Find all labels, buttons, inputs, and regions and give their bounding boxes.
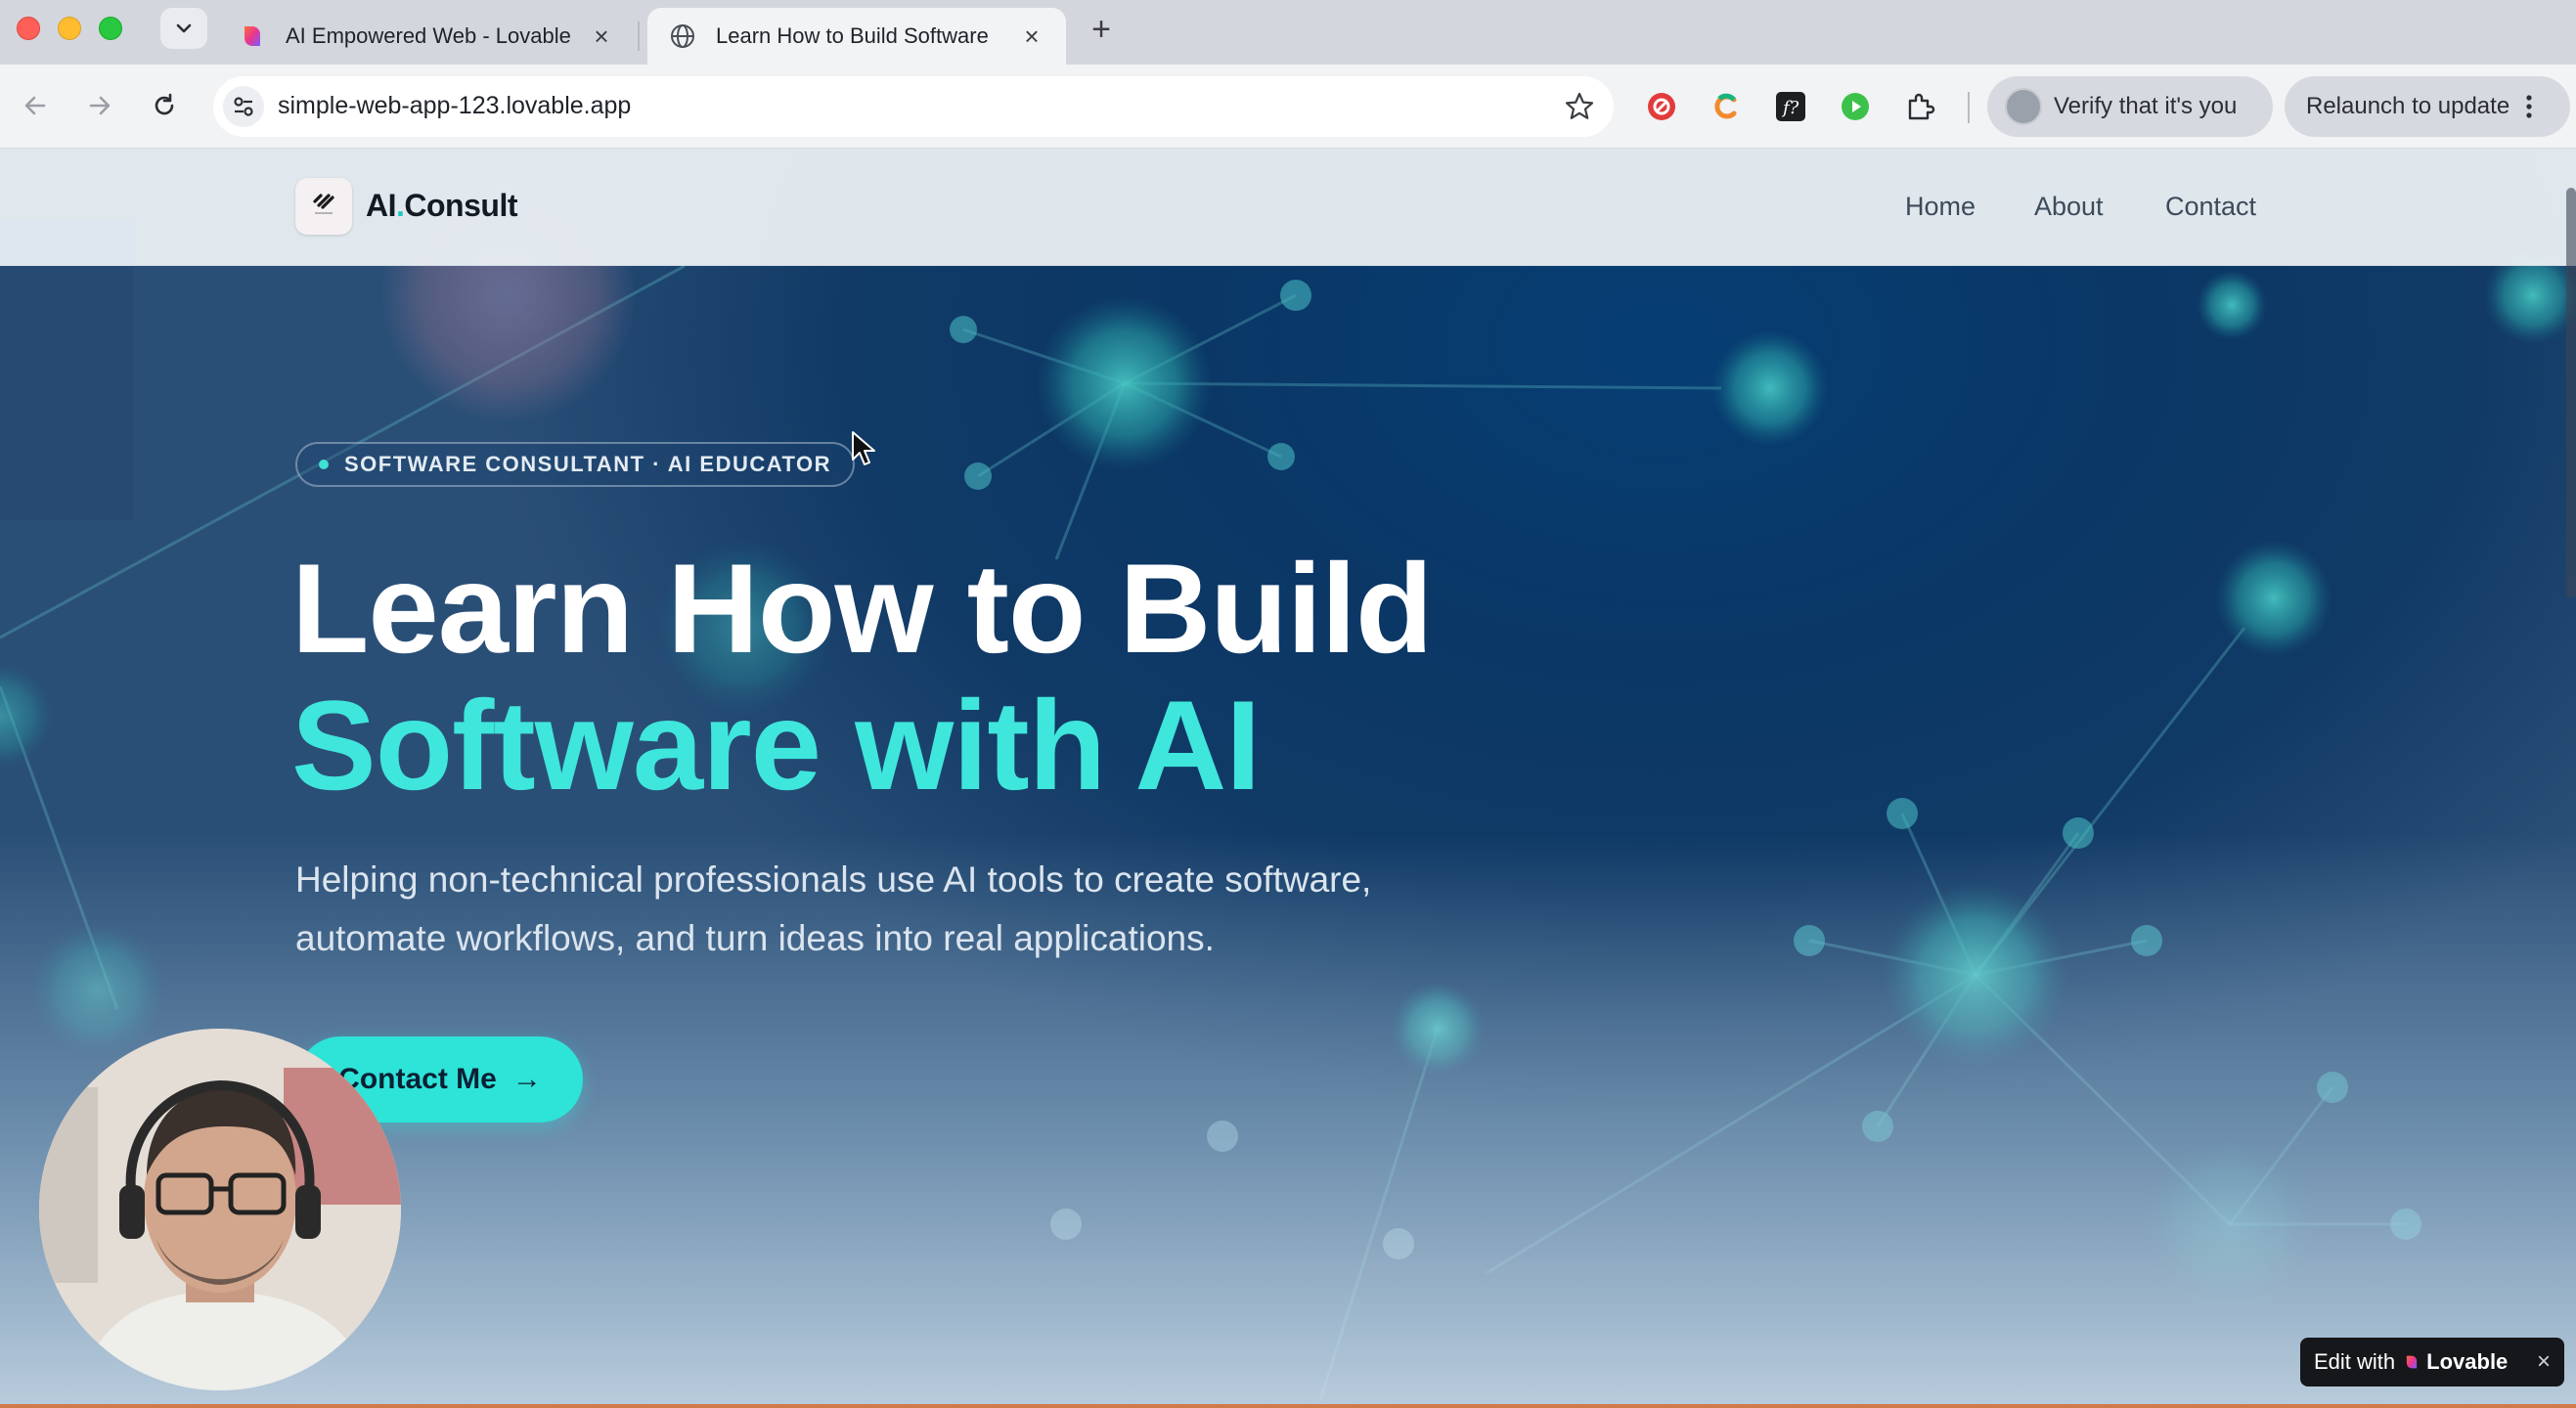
tab-close-icon[interactable]: × — [1019, 23, 1044, 49]
nav-contact[interactable]: Contact — [2165, 192, 2256, 222]
forward-arrow-icon — [86, 92, 113, 119]
lovable-heart-icon — [2403, 1353, 2421, 1371]
relaunch-label: Relaunch to update — [2306, 93, 2510, 119]
lovable-heart-icon — [239, 22, 266, 50]
edit-with-label: Edit with — [2314, 1349, 2396, 1374]
adblock-extension-icon[interactable] — [1645, 90, 1678, 123]
logo-prefix: AI — [366, 188, 397, 223]
tune-icon — [231, 94, 256, 119]
maximize-window-button[interactable] — [99, 17, 122, 40]
nav-home[interactable]: Home — [1905, 192, 1976, 222]
hero-title-line-2: Software with AI — [291, 674, 1261, 816]
minimize-window-button[interactable] — [58, 17, 81, 40]
browser-tab-bar: AI Empowered Web - Lovable × Learn How t… — [0, 0, 2576, 65]
bottom-edge — [0, 1404, 2576, 1408]
lovable-brand: Lovable — [2426, 1349, 2509, 1374]
verify-identity-button[interactable]: Verify that it's you — [1987, 76, 2273, 137]
play-extension-icon[interactable] — [1839, 90, 1872, 123]
profile-avatar — [2005, 88, 2042, 125]
logo-suffix: Consult — [404, 188, 517, 223]
browser-toolbar: simple-web-app-123.lovable.app f? Verify… — [0, 65, 2576, 149]
mouse-cursor-icon — [851, 430, 878, 469]
svg-text:f?: f? — [1781, 98, 1799, 118]
reload-icon — [151, 92, 178, 119]
badge-dot — [319, 460, 329, 469]
logo-icon[interactable] — [295, 178, 352, 235]
site-info-button[interactable] — [223, 86, 264, 127]
reload-button[interactable] — [143, 84, 186, 127]
close-window-button[interactable] — [17, 17, 40, 40]
arrow-right-icon: → — [511, 1063, 542, 1095]
toolbar-divider — [1968, 92, 1970, 123]
extensions-puzzle-icon[interactable] — [1903, 90, 1936, 123]
presenter-video-icon — [39, 1029, 401, 1390]
site-header: AI.Consult Home About Contact — [0, 149, 2576, 266]
tab-lovable[interactable]: AI Empowered Web - Lovable × — [217, 8, 636, 65]
overlay-strip — [0, 219, 133, 266]
nav-about[interactable]: About — [2034, 192, 2104, 222]
formula-extension-icon[interactable]: f? — [1774, 90, 1807, 123]
back-button[interactable] — [14, 84, 57, 127]
back-arrow-icon — [22, 92, 49, 119]
page-scrollbar[interactable] — [2566, 188, 2576, 598]
forward-button[interactable] — [78, 84, 121, 127]
hero-subtitle-line-2: automate workflows, and turn ideas into … — [295, 918, 1215, 958]
address-bar[interactable]: simple-web-app-123.lovable.app — [213, 76, 1614, 137]
chevron-down-icon — [174, 19, 194, 38]
overlay-panel — [0, 266, 133, 520]
globe-icon — [669, 22, 696, 50]
tab-search-button[interactable] — [160, 8, 207, 49]
tab-title: Learn How to Build Software — [716, 23, 989, 48]
close-badge-icon[interactable]: × — [2537, 1348, 2551, 1376]
tab-divider — [638, 22, 640, 51]
hero-subtitle-line-1: Helping non-technical professionals use … — [295, 859, 1372, 900]
web-page: AI.Consult Home About Contact SOFTWARE C… — [0, 149, 2576, 1408]
tab-close-icon[interactable]: × — [589, 23, 614, 49]
verify-label: Verify that it's you — [2054, 93, 2238, 119]
tab-title: AI Empowered Web - Lovable — [286, 23, 571, 48]
more-menu-icon[interactable] — [2525, 94, 2533, 119]
bookmark-star-icon[interactable] — [1563, 90, 1596, 123]
relaunch-button[interactable]: Relaunch to update — [2285, 76, 2570, 137]
tab-learn-how[interactable]: Learn How to Build Software × — [647, 8, 1066, 65]
hero-subtitle: Helping non-technical professionals use … — [295, 851, 1567, 968]
webcam-overlay — [39, 1029, 401, 1390]
site-logo[interactable]: AI.Consult — [366, 188, 517, 224]
hero-title-line-1: Learn How to Build — [291, 537, 1433, 680]
hero-badge: SOFTWARE CONSULTANT · AI EDUCATOR — [295, 442, 856, 487]
url-text: simple-web-app-123.lovable.app — [278, 92, 632, 119]
grammarly-extension-icon[interactable] — [1710, 90, 1743, 123]
edit-with-lovable-badge[interactable]: Edit with Lovable × — [2300, 1338, 2564, 1386]
badge-text: SOFTWARE CONSULTANT · AI EDUCATOR — [344, 452, 832, 476]
new-tab-button[interactable]: + — [1082, 10, 1121, 49]
cta-label: Contact Me — [338, 1063, 497, 1095]
